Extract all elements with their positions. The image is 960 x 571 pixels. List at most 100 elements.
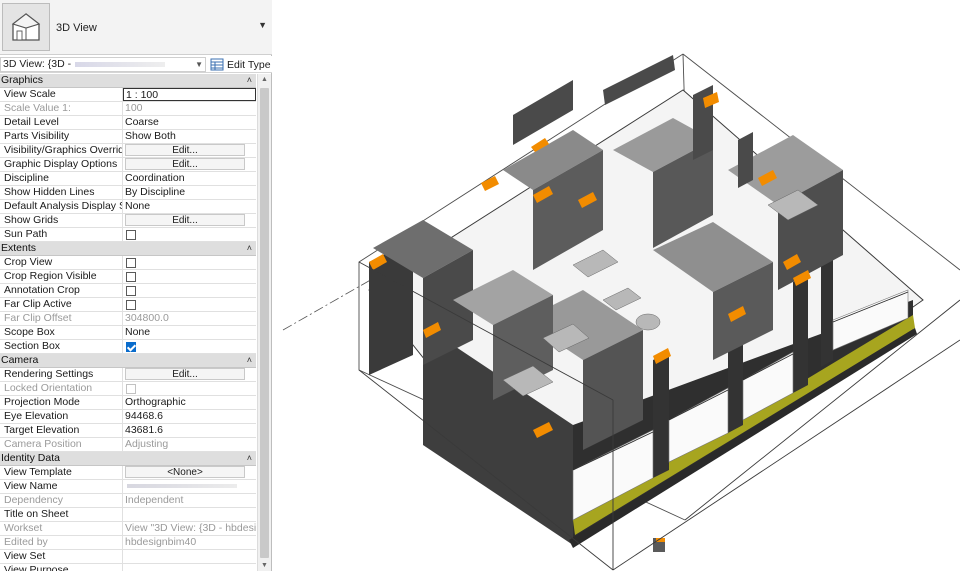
group-label: Identity Data [1,452,60,464]
type-selector[interactable]: 3D View ▼ [0,0,272,55]
property-value[interactable]: Coarse [123,116,256,129]
property-name: View Set [0,550,123,563]
property-name: View Scale [0,88,123,101]
property-value: Edit... [123,144,256,157]
property-name: Scale Value 1: [0,102,123,115]
scroll-down-icon[interactable]: ▼ [261,562,268,569]
checkbox[interactable] [126,272,136,282]
house-3d-view-icon [2,3,50,51]
redacted-text [127,484,237,489]
properties-palette: 3D View ▼ 3D View: {3D - ▼ Edit Type Gra… [0,0,272,571]
property-row: View Scale 1 : 100 [0,88,256,102]
property-name: Target Elevation [0,424,123,437]
property-row: Camera Position Adjusting [0,438,256,452]
property-name: Discipline [0,172,123,185]
property-value: <None> [123,466,256,479]
property-row: Crop View [0,256,256,270]
group-header[interactable]: Identity Data ˄ [0,452,256,466]
property-name: Eye Elevation [0,410,123,423]
checkbox[interactable] [126,286,136,296]
edit-button[interactable]: <None> [125,466,245,478]
edit-type-icon [210,58,224,71]
property-row: View Template <None> [0,466,256,480]
property-value[interactable] [123,480,256,493]
property-name: Locked Orientation [0,382,123,395]
edit-button[interactable]: Edit... [125,144,245,156]
type-name: 3D View [56,22,97,34]
property-row: Scope Box None [0,326,256,340]
property-value: Adjusting [125,438,169,450]
checkbox[interactable] [126,342,136,352]
property-row: Visibility/Graphics Overrides Edit... [0,144,256,158]
property-row: Section Box [0,340,256,354]
properties-grid: Graphics ˄ View Scale 1 : 100 Scale Value 1:… [0,74,256,571]
redacted-text [75,61,166,67]
collapse-icon[interactable]: ˄ [247,242,252,255]
property-row: Crop Region Visible [0,270,256,284]
property-value[interactable]: 43681.6 [123,424,256,437]
property-row: Target Elevation 43681.6 [0,424,256,438]
edit-type-button[interactable]: Edit Type [210,57,271,72]
property-name: Projection Mode [0,396,123,409]
edit-button[interactable]: Edit... [125,214,245,226]
collapse-icon[interactable]: ˄ [247,354,252,367]
3d-viewport[interactable] [273,0,960,571]
property-name: Graphic Display Options [0,158,123,171]
property-value [123,228,256,241]
property-value: 304800.0 [125,312,169,324]
property-name: Annotation Crop [0,284,123,297]
property-row: Far Clip Offset 304800.0 [0,312,256,326]
group-header[interactable]: Graphics ˄ [0,74,256,88]
instance-filter-row: 3D View: {3D - ▼ Edit Type [0,56,272,73]
property-value[interactable] [123,550,256,563]
edit-button[interactable]: Edit... [125,368,245,380]
scroll-up-icon[interactable]: ▲ [261,76,268,83]
group-header[interactable]: Extents ˄ [0,242,256,256]
property-value: hbdesignbim40 [125,536,197,548]
edit-button[interactable]: Edit... [125,158,245,170]
checkbox[interactable] [126,230,136,240]
property-name: Crop Region Visible [0,270,123,283]
property-value [123,298,256,311]
property-value: Edit... [123,368,256,381]
property-name: Scope Box [0,326,123,339]
scrollbar-thumb[interactable] [260,88,269,558]
property-value[interactable] [123,564,256,571]
group-label: Graphics [1,74,44,86]
property-value[interactable]: By Discipline [123,186,256,199]
property-value [123,382,256,395]
property-value[interactable]: 94468.6 [123,410,256,423]
property-value: Edit... [123,214,256,227]
collapse-icon[interactable]: ˄ [247,452,252,465]
checkbox[interactable] [126,258,136,268]
property-value [123,256,256,269]
property-name: View Name [0,480,123,493]
property-value[interactable]: Show Both [123,130,256,143]
chevron-down-icon[interactable]: ▼ [258,20,267,30]
property-name: Show Grids [0,214,123,227]
group-header[interactable]: Camera ˄ [0,354,256,368]
property-row: Scale Value 1: 100 [0,102,256,116]
checkbox[interactable] [126,300,136,310]
property-row: Rendering Settings Edit... [0,368,256,382]
property-value[interactable]: 1 : 100 [123,88,256,101]
property-name: Show Hidden Lines [0,186,123,199]
property-value[interactable]: None [123,200,256,213]
property-name: Rendering Settings [0,368,123,381]
properties-scrollbar[interactable]: ▲ ▼ [257,74,271,571]
property-name: View Purpose [0,564,123,571]
collapse-icon[interactable]: ˄ [247,74,252,87]
property-value[interactable]: None [123,326,256,339]
instance-filter-dropdown[interactable]: 3D View: {3D - ▼ [0,57,206,72]
property-value[interactable] [123,508,256,521]
property-name: Detail Level [0,116,123,129]
property-name: Default Analysis Display St... [0,200,123,213]
property-value[interactable]: Orthographic [123,396,256,409]
property-name: Sun Path [0,228,123,241]
property-value[interactable]: Coordination [123,172,256,185]
3d-building-model[interactable] [273,0,960,571]
property-row: Title on Sheet [0,508,256,522]
property-row: Workset View "3D View: {3D - hbdesi... [0,522,256,536]
property-value: View "3D View: {3D - hbdesi... [125,522,256,534]
property-row: Locked Orientation [0,382,256,396]
